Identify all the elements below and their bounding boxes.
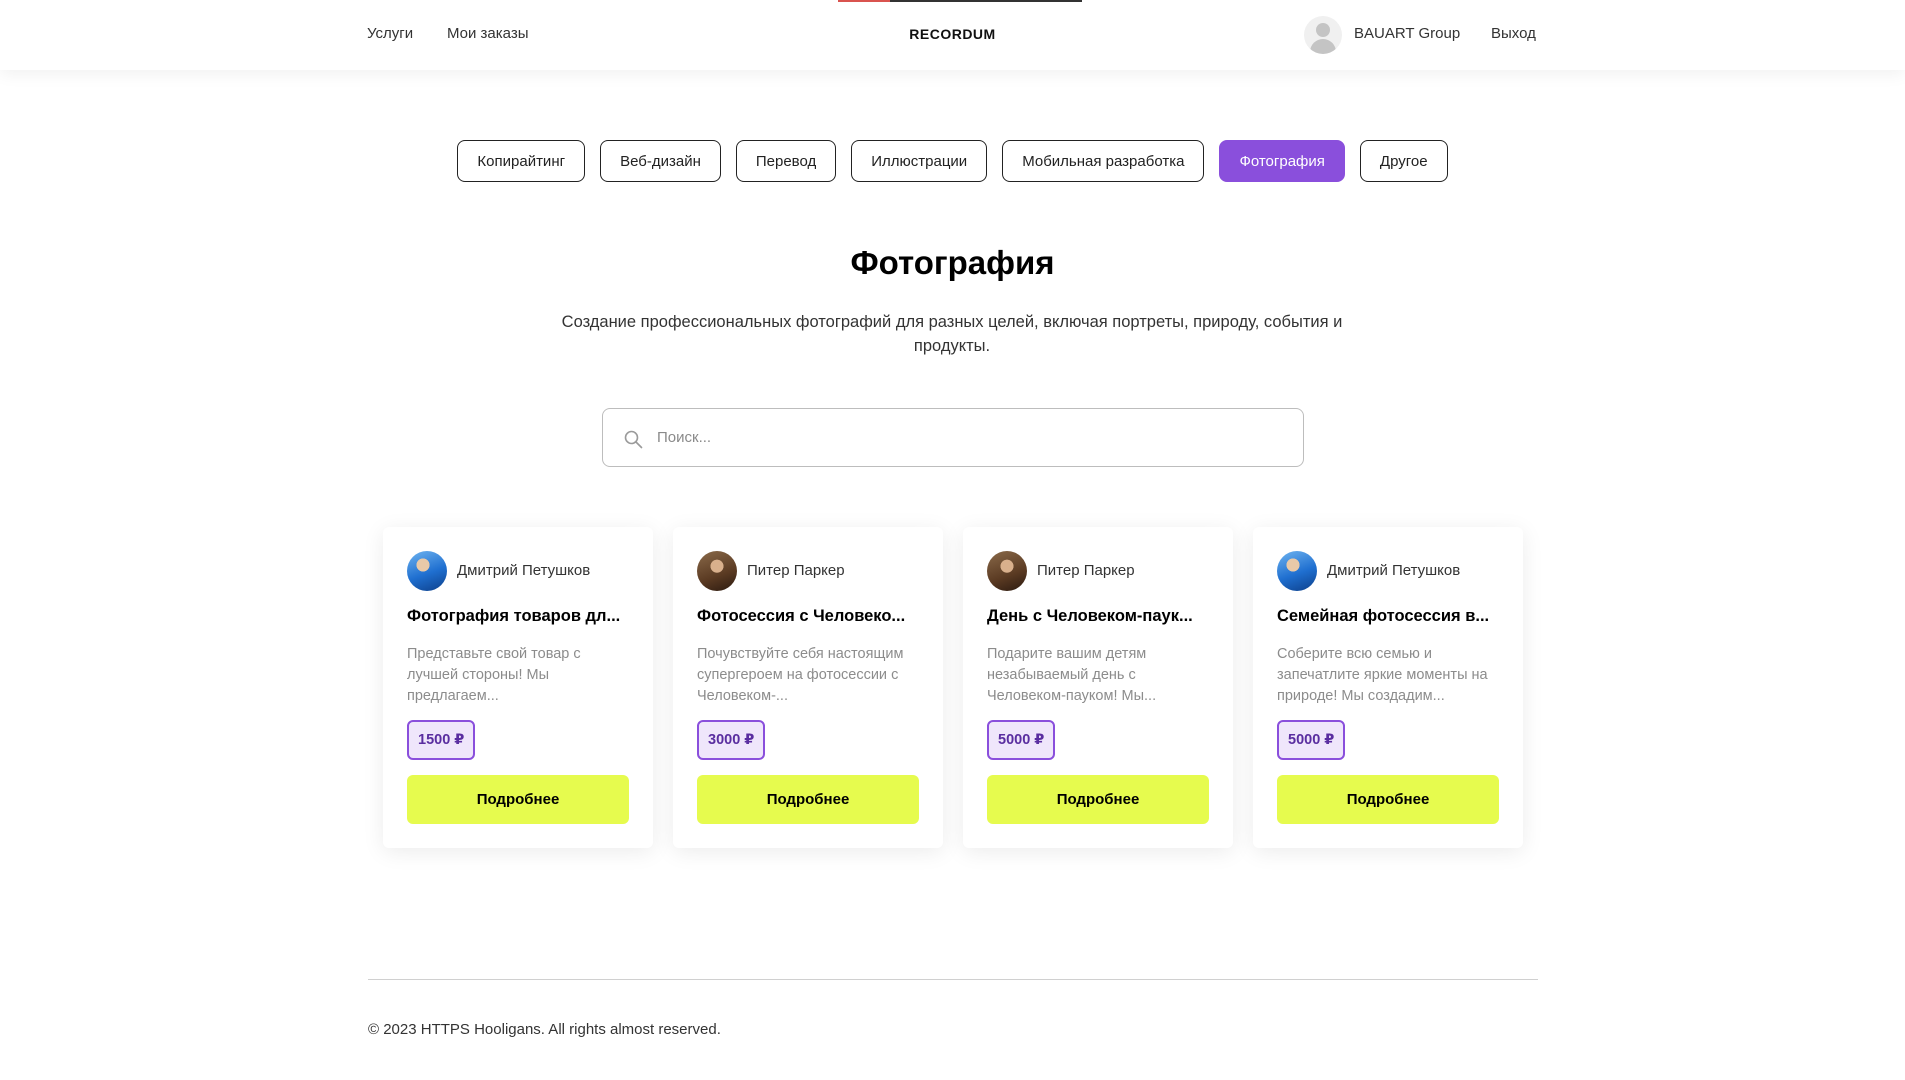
page-title: Фотография (850, 244, 1055, 281)
user-avatar[interactable] (1304, 16, 1342, 54)
details-button[interactable]: Подробнее (987, 775, 1209, 824)
price-badge: 3000 ₽ (697, 720, 766, 760)
details-button[interactable]: Подробнее (697, 775, 919, 824)
site-header: Услуги Мои заказы RECORDUM BAUART Group … (0, 0, 1905, 70)
category-tabs: Копирайтинг Веб-дизайн Перевод Иллюстрац… (0, 140, 1905, 182)
page-description: Создание профессиональных фотографий для… (561, 313, 1343, 355)
details-button[interactable]: Подробнее (1277, 775, 1499, 824)
tab-illustrations[interactable]: Иллюстрации (851, 140, 988, 182)
logo[interactable]: RECORDUM (909, 26, 995, 42)
author-avatar (987, 551, 1027, 591)
details-button[interactable]: Подробнее (407, 775, 629, 824)
tab-mobile-development[interactable]: Мобильная разработка (1002, 140, 1205, 182)
card-author: Питер Паркер (747, 562, 845, 579)
search-input[interactable] (657, 409, 1277, 465)
avatar-head-shape (1316, 23, 1330, 37)
footer-divider (368, 979, 1538, 980)
card-title: Фотография товаров дл... (407, 607, 621, 625)
logout-link[interactable]: Выход (1491, 25, 1536, 42)
card-description: Представьте свой товар с лучшей стороны!… (407, 646, 581, 704)
card-title: Семейная фотосессия в... (1277, 607, 1490, 625)
card-description: Подарите вашим детям незабываемый день с… (987, 646, 1157, 704)
logo-wrapper: RECORDUM (0, 26, 1905, 42)
tab-web-design[interactable]: Веб-дизайн (600, 140, 721, 182)
card-author: Дмитрий Петушков (1327, 562, 1461, 579)
card-title: День с Человеком-паук... (987, 607, 1193, 625)
card-author: Дмитрий Петушков (457, 562, 591, 579)
card-description: Соберите всю семью и запечатлите яркие м… (1277, 646, 1488, 704)
author-avatar (1277, 551, 1317, 591)
service-card: Питер Паркер Фотосессия с Человеко... По… (673, 527, 943, 848)
tab-photography[interactable]: Фотография (1219, 140, 1345, 182)
author-avatar (407, 551, 447, 591)
card-title: Фотосессия с Человеко... (697, 607, 906, 625)
price-badge: 1500 ₽ (407, 720, 476, 760)
search-box (602, 408, 1304, 467)
tab-translation[interactable]: Перевод (735, 140, 837, 182)
tab-copywriting[interactable]: Копирайтинг (457, 140, 586, 182)
price-badge: 5000 ₽ (987, 720, 1056, 760)
nav-my-orders-link[interactable]: Мои заказы (447, 25, 529, 42)
avatar-body-shape (1310, 39, 1336, 54)
card-description: Почувствуйте себя настоящим супергероем … (697, 646, 904, 704)
service-card: Дмитрий Петушков Фотография товаров дл..… (383, 527, 653, 848)
search-icon (624, 430, 643, 449)
service-card: Дмитрий Петушков Семейная фотосессия в..… (1253, 527, 1523, 848)
price-badge: 5000 ₽ (1277, 720, 1346, 760)
tab-other[interactable]: Другое (1359, 140, 1448, 182)
header-accent-progress (838, 0, 890, 2)
service-card: Питер Паркер День с Человеком-паук... По… (963, 527, 1233, 848)
service-cards: Дмитрий Петушков Фотография товаров дл..… (383, 527, 1523, 848)
footer-copyright: © 2023 HTTPS Hooligans. All rights almos… (368, 1021, 721, 1038)
nav-services-link[interactable]: Услуги (367, 25, 413, 42)
user-name-link[interactable]: BAUART Group (1354, 25, 1460, 42)
author-avatar (697, 551, 737, 591)
card-author: Питер Паркер (1037, 562, 1135, 579)
